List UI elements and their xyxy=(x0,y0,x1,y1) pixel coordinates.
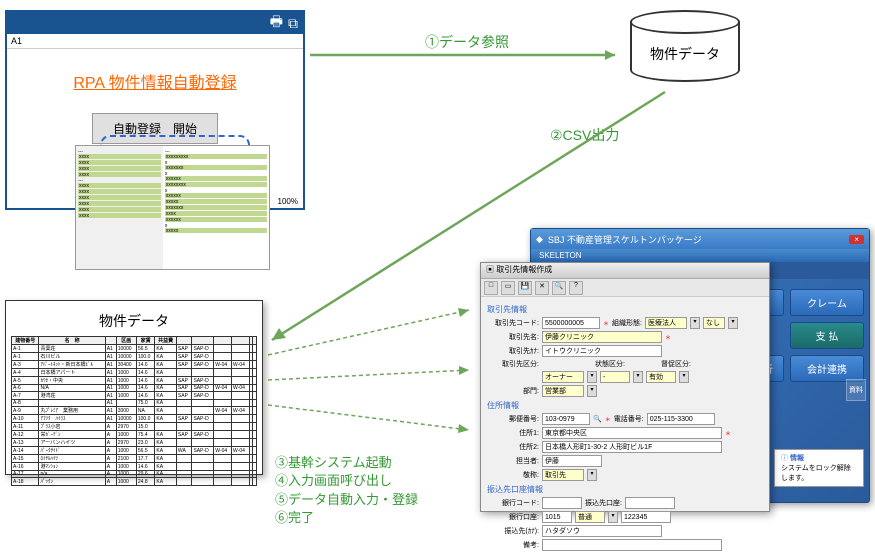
system-title: SBJ 不動産管理スケルトンパッケージ xyxy=(548,233,702,246)
remark-input[interactable]: ハタダソウ xyxy=(542,525,662,537)
tool-del-icon[interactable]: ✕ xyxy=(535,281,549,295)
system-logo-icon: ◆ xyxy=(536,234,543,245)
cell-reference: A1 xyxy=(7,34,303,49)
client-kana-input[interactable]: イトウクリニック xyxy=(542,345,662,357)
form-section-client: 取引先情報 xyxy=(487,304,763,315)
table-row: A-10ｱﾌﾂｸ ﾊｲﾗｽA110000100.0KASAPSAP-D xyxy=(12,415,257,423)
dropdown-icon[interactable]: ▾ xyxy=(633,371,643,383)
flow-steps-list: ③基幹システム起動 ④入力画面呼び出し ⑤データ自動入力・登録 ⑥完了 xyxy=(275,454,418,527)
form-titlebar: ▣ 取引先情報作成 xyxy=(481,263,769,279)
code-preview-window: ---xxxxxxxx xxxxxxxx--- xxxxxxxxxxxx xxx… xyxy=(75,145,270,270)
accounting-button[interactable]: 会計連携 xyxy=(790,355,864,382)
flow-label-1: ①データ参照 xyxy=(425,32,509,52)
tool-search-icon[interactable]: 🔍 xyxy=(552,281,566,295)
table-row: A-6N/AA1100014.6KASAPSAP-DW-04W-04 xyxy=(12,385,257,392)
database-label: 物件データ xyxy=(650,44,720,64)
client-class-select[interactable]: オーナー xyxy=(542,371,584,383)
table-row: A-18ﾊﾟｯｸﾝA100024.8KA xyxy=(12,478,257,486)
data-table-title: 物件データ xyxy=(11,306,257,336)
client-code-input[interactable]: 5500000005 xyxy=(542,317,600,329)
system-subtitle: SKELETON xyxy=(531,249,869,262)
form-toolbar: □ ▭ 💾 ✕ 🔍 ? xyxy=(481,279,769,297)
client-name-input[interactable]: 伊藤クリニック xyxy=(542,331,662,343)
info-icon: ⓘ xyxy=(781,455,788,462)
table-row: A-13アーバンハイツA297023.0KA xyxy=(12,439,257,447)
table-row: A-1石川ビルA110000100.0KASAPSAP-D xyxy=(12,353,257,361)
tool-save-icon[interactable]: 💾 xyxy=(518,281,532,295)
table-row: A-11ﾌﾟﾗｽ小岩A297015.0 xyxy=(12,423,257,431)
status-select[interactable]: - xyxy=(600,371,630,383)
rpa-titlebar: 🖶 ⧉ xyxy=(7,12,303,34)
remark2-input[interactable] xyxy=(542,539,722,551)
table-row: A-12栄ｶﾞｰﾃﾞﾝA100075.4KASAPSAP-D xyxy=(12,431,257,439)
search-icon[interactable]: 🔍 xyxy=(593,415,602,423)
dropdown-icon[interactable]: ▾ xyxy=(587,371,597,383)
payment-button[interactable]: 支 払 xyxy=(790,322,864,349)
print-icon: 🖶 xyxy=(270,11,283,35)
table-row: A-14ﾊﾟｰｸｻｲﾄﾞA100056.5KAWASAP-DW-04W-04 xyxy=(12,447,257,455)
tool-help-icon[interactable]: ? xyxy=(569,281,583,295)
system-titlebar: ◆ SBJ 不動産管理スケルトンパッケージ × xyxy=(531,229,869,249)
zoom-level: 100% xyxy=(278,197,298,206)
dropdown-icon[interactable]: ▾ xyxy=(587,385,597,397)
client-form-dialog: ▣ 取引先情報作成 □ ▭ 💾 ✕ 🔍 ? 取引先情報 取引先コード: 5500… xyxy=(480,262,770,512)
table-row: A-1青葉荘A11000056.5KASAPSAP-D xyxy=(12,345,257,353)
account-no-input[interactable]: 122345 xyxy=(621,511,671,523)
property-data-sheet: 物件データ 建物番号名 称区画家賃共益費 A-1青葉荘A11000056.5KA… xyxy=(5,300,263,475)
addr1-input[interactable]: 東京都中央区 xyxy=(542,427,722,439)
bank-code-input[interactable] xyxy=(542,497,582,509)
account-type-select[interactable]: 普通 xyxy=(575,511,605,523)
form-section-bank: 振込先口座情報 xyxy=(487,484,763,495)
table-row: A-7港湾荘A1100014.6KASAPSAP-D xyxy=(12,392,257,400)
dept-select[interactable]: 営業部 xyxy=(542,385,584,397)
table-row: A-16港ﾏﾝｼｮﾝA100014.6KA xyxy=(12,463,257,471)
account-kana-input[interactable]: 1015 xyxy=(542,511,572,523)
form-section-address: 住所情報 xyxy=(487,400,763,411)
org-suffix-select[interactable]: なし xyxy=(703,317,725,329)
dropdown-icon[interactable]: ▾ xyxy=(728,317,738,329)
postal-input[interactable]: 103-0979 xyxy=(542,413,590,425)
title-select[interactable]: 取引先 xyxy=(542,469,584,481)
tool-new-icon[interactable]: □ xyxy=(484,281,498,295)
dropdown-icon[interactable]: ▾ xyxy=(690,317,700,329)
preview-icon: ⧉ xyxy=(288,15,298,32)
table-row: A-4日本橋アパートA1100014.6KA xyxy=(12,369,257,377)
tool-open-icon[interactable]: ▭ xyxy=(501,281,515,295)
table-row: A-15ﾛｲﾔﾙﾊｲﾂA210017.7KA xyxy=(12,455,257,463)
table-row: A-5ｶﾜｾ・中央A1100014.6KASAPSAP-D xyxy=(12,377,257,385)
person-input[interactable]: 伊藤 xyxy=(542,455,602,467)
addr2-input[interactable]: 日本橋人形町1-30-2 人形町ビル1F xyxy=(542,441,722,453)
database-cylinder: 物件データ xyxy=(630,10,740,85)
property-table: 建物番号名 称区画家賃共益費 A-1青葉荘A11000056.5KASAPSAP… xyxy=(11,336,257,486)
close-icon[interactable]: × xyxy=(849,235,864,244)
tel-input[interactable]: 025-115-3300 xyxy=(647,413,715,425)
table-row: A-17n/aA100029.6KA xyxy=(12,471,257,478)
system-info-box: ⓘ 情報 システムをロック解除します。 xyxy=(774,449,864,487)
org-type-select[interactable]: 医療法人 xyxy=(645,317,687,329)
notice-select[interactable]: 有効 xyxy=(646,371,676,383)
dropdown-icon[interactable]: ▾ xyxy=(679,371,689,383)
form-window-icon: ▣ xyxy=(486,265,494,274)
rpa-title: RPA 物件情報自動登録 xyxy=(7,49,303,103)
table-row: A-8A175.0KA xyxy=(12,400,257,407)
table-row: A-9丸ﾌﾟﾚﾐｱ 業務用A13000NAKAW-04W-04 xyxy=(12,407,257,415)
system-sidebar-label: 資料 xyxy=(846,379,866,401)
dropdown-icon[interactable]: ▾ xyxy=(608,511,618,523)
transfer-input[interactable] xyxy=(625,497,675,509)
dropdown-icon[interactable]: ▾ xyxy=(587,469,597,481)
flow-label-2: ②CSV出力 xyxy=(550,125,619,145)
table-row: A-3ｱﾊﾟｰﾄﾈｯﾄ・新日本橋ﾋﾞﾙA13040014.6KASAPSAP-D… xyxy=(12,361,257,369)
claim-button[interactable]: クレーム xyxy=(790,289,864,316)
